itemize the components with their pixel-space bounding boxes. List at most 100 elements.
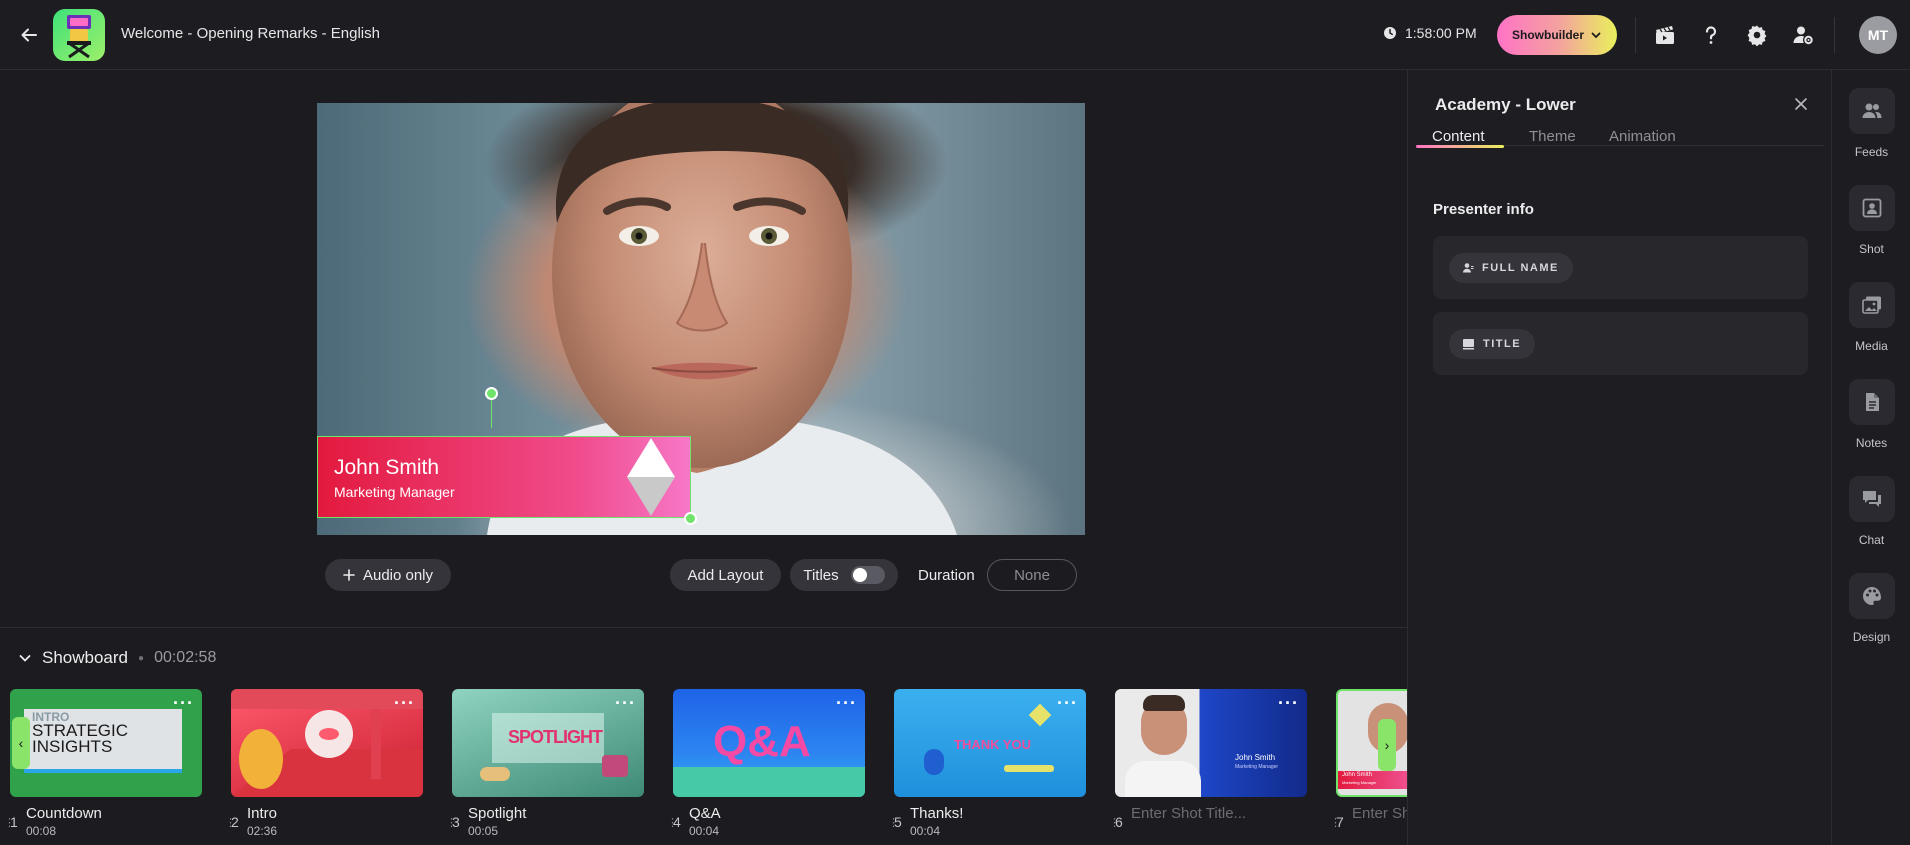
- shot-card[interactable]: John Smith Marketing Manager › ⋮ 7 Enter…: [1330, 689, 1407, 830]
- tab-content[interactable]: Content: [1432, 128, 1485, 145]
- stage: John Smith Marketing Manager Audio only …: [0, 70, 1407, 627]
- tab-animation[interactable]: Animation: [1609, 128, 1676, 145]
- notes-icon[interactable]: [1849, 379, 1895, 425]
- palette-icon[interactable]: [1849, 573, 1895, 619]
- gear-icon[interactable]: [1742, 20, 1772, 50]
- more-options-icon[interactable]: ···: [394, 693, 415, 714]
- more-options-icon[interactable]: ···: [173, 693, 194, 714]
- shot-title[interactable]: Spotlight: [468, 805, 526, 822]
- rail-label: Notes: [1855, 436, 1888, 450]
- resize-handle[interactable]: [684, 512, 697, 525]
- rail-item-shot[interactable]: Shot: [1832, 185, 1910, 275]
- audio-only-label: Audio only: [362, 566, 434, 584]
- thumb-text: SPOTLIGHT: [508, 727, 603, 747]
- shot-duration: 00:08: [26, 824, 57, 838]
- audio-only-button[interactable]: Audio only: [325, 559, 451, 591]
- shot-thumbnail[interactable]: John Smith Marketing Manager ···: [1115, 689, 1307, 797]
- shot-card[interactable]: ··· ⋮ 2 Intro 02:36: [225, 689, 423, 838]
- shot-meta: ⋮ 4 Q&A 00:04: [667, 805, 867, 839]
- shot-title-input[interactable]: Enter Shot Title...: [1131, 805, 1246, 822]
- showboard-header[interactable]: Showboard ● 00:02:58: [18, 648, 216, 668]
- section-heading: Presenter info: [1433, 201, 1534, 218]
- showboard-title: Showboard: [42, 648, 129, 667]
- showbuilder-label: Showbuilder: [1512, 28, 1584, 42]
- full-name-chip[interactable]: FULL NAME: [1449, 253, 1573, 283]
- add-layout-button[interactable]: Add Layout: [670, 559, 781, 591]
- title-field[interactable]: TITLE: [1433, 312, 1808, 375]
- rail-item-design[interactable]: Design: [1832, 573, 1910, 663]
- rail-item-media[interactable]: Media: [1832, 282, 1910, 372]
- preview-canvas[interactable]: John Smith Marketing Manager: [317, 103, 1085, 535]
- more-options-icon[interactable]: ···: [1278, 693, 1299, 714]
- showbuilder-dropdown[interactable]: Showbuilder: [1497, 15, 1617, 55]
- shot-title[interactable]: Q&A: [689, 805, 721, 822]
- thumb-text: Q&A: [713, 717, 811, 766]
- shot-thumbnail[interactable]: INTRO STRATEGIC INSIGHTS ··· ‹: [10, 689, 202, 797]
- shot-thumbnail[interactable]: SPOTLIGHT ···: [452, 689, 644, 797]
- shot-list: INTRO STRATEGIC INSIGHTS ··· ‹ ⋮ 1 Count…: [4, 689, 1407, 839]
- clock-icon: [1384, 27, 1396, 39]
- shot-card[interactable]: Q&A ··· ⋮ 4 Q&A 00:04: [667, 689, 865, 838]
- thumb-floor: [673, 767, 865, 797]
- shot-meta: ⋮ 2 Intro 02:36: [225, 805, 425, 839]
- shot-thumbnail[interactable]: ···: [231, 689, 423, 797]
- thumb-shape: [602, 755, 628, 777]
- rail-item-feeds[interactable]: Feeds: [1832, 88, 1910, 178]
- titles-toggle-button[interactable]: Titles: [790, 559, 898, 591]
- showboard: Showboard ● 00:02:58 INTRO STRATEGIC INS…: [0, 627, 1407, 845]
- help-icon[interactable]: [1696, 20, 1726, 50]
- shot-card[interactable]: John Smith Marketing Manager ··· ⋮ 6 Ent…: [1109, 689, 1307, 830]
- shot-card[interactable]: INTRO STRATEGIC INSIGHTS ··· ‹ ⋮ 1 Count…: [4, 689, 202, 838]
- scroll-left-arrow[interactable]: ‹: [12, 717, 30, 769]
- shot-title-input[interactable]: Enter Shot Title...: [1352, 805, 1407, 822]
- user-settings-icon[interactable]: [1788, 20, 1818, 50]
- shot-title[interactable]: Countdown: [26, 805, 102, 822]
- shot-duration: 02:36: [247, 824, 278, 838]
- titles-toggle-switch[interactable]: [850, 566, 885, 584]
- more-options-icon[interactable]: ···: [836, 693, 857, 714]
- person-icon: [1463, 263, 1474, 273]
- close-icon[interactable]: [1791, 94, 1811, 114]
- shot-title[interactable]: Thanks!: [910, 805, 963, 822]
- shot-icon[interactable]: [1849, 185, 1895, 231]
- shot-title[interactable]: Intro: [247, 805, 277, 822]
- app-logo[interactable]: [53, 9, 105, 61]
- selection-box: [317, 436, 691, 518]
- tab-theme[interactable]: Theme: [1529, 128, 1576, 145]
- avatar[interactable]: MT: [1859, 16, 1897, 54]
- full-name-label: FULL NAME: [1482, 262, 1559, 274]
- back-arrow-icon[interactable]: [14, 20, 44, 50]
- shot-meta: ⋮ 3 Spotlight 00:05: [446, 805, 646, 839]
- more-options-icon[interactable]: ···: [615, 693, 636, 714]
- rail-label: Shot: [1859, 242, 1884, 256]
- duration-select[interactable]: None: [987, 559, 1077, 591]
- plus-icon: [343, 569, 355, 581]
- more-options-icon[interactable]: ···: [1057, 693, 1078, 714]
- shot-card[interactable]: THANK YOU ··· ⋮ 5 Thanks! 00:04: [888, 689, 1086, 838]
- shot-thumbnail[interactable]: THANK YOU ···: [894, 689, 1086, 797]
- chat-icon[interactable]: [1849, 476, 1895, 522]
- separator-dot: ●: [138, 652, 145, 664]
- feeds-icon[interactable]: [1849, 88, 1895, 134]
- thumb-role: Marketing Manager: [1235, 764, 1279, 770]
- shot-card[interactable]: SPOTLIGHT ··· ⋮ 3 Spotlight 00:05: [446, 689, 644, 838]
- full-name-field[interactable]: FULL NAME: [1433, 236, 1808, 299]
- thumb-name: John Smith: [1235, 753, 1276, 762]
- media-icon[interactable]: [1849, 282, 1895, 328]
- clock: 1:58:00 PM: [1383, 25, 1477, 41]
- title-chip[interactable]: TITLE: [1449, 329, 1536, 359]
- scroll-right-arrow[interactable]: ›: [1378, 719, 1396, 771]
- caption-icon: [1463, 339, 1474, 350]
- chevron-down-icon[interactable]: [18, 651, 32, 665]
- clock-time: 1:58:00 PM: [1405, 25, 1477, 41]
- thumb-role: Marketing Manager: [1342, 780, 1377, 785]
- clapperboard-icon[interactable]: [1650, 20, 1680, 50]
- rail-item-notes[interactable]: Notes: [1832, 379, 1910, 469]
- shot-thumbnail[interactable]: John Smith Marketing Manager ›: [1336, 689, 1407, 797]
- shot-meta: ⋮ 1 Countdown 00:08: [4, 805, 204, 839]
- rail-item-chat[interactable]: Chat: [1832, 476, 1910, 566]
- anchor-handle-top[interactable]: [485, 387, 498, 400]
- shot-thumbnail[interactable]: Q&A ···: [673, 689, 865, 797]
- top-header: Welcome - Opening Remarks - English 1:58…: [0, 0, 1910, 70]
- duration-label: Duration: [918, 567, 975, 584]
